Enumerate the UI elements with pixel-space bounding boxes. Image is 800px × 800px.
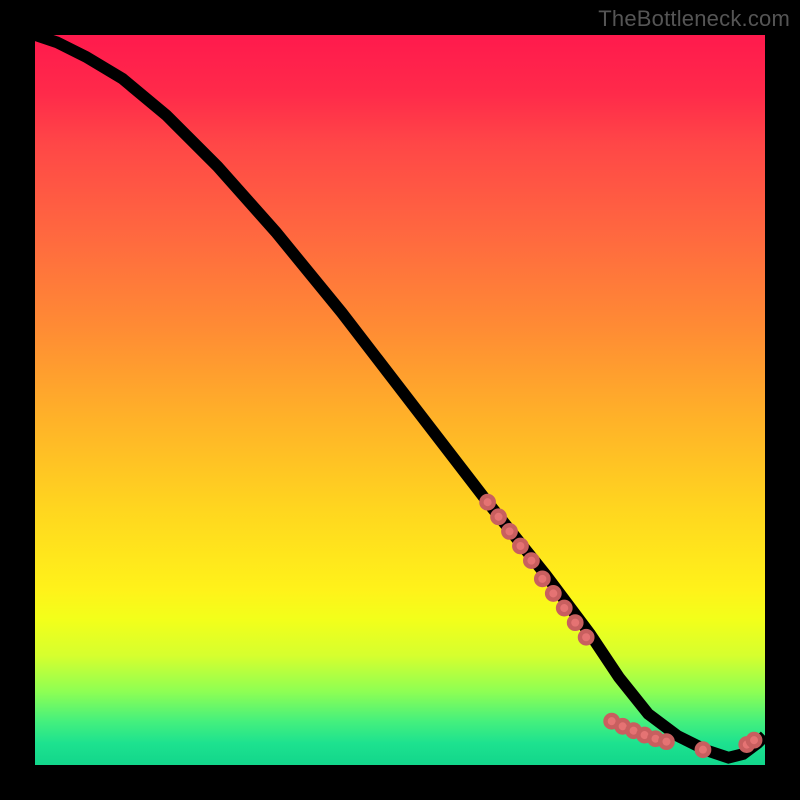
data-marker — [525, 554, 537, 566]
data-marker — [697, 743, 709, 755]
data-marker — [580, 631, 592, 643]
data-marker — [514, 540, 526, 552]
plot-area — [35, 35, 765, 765]
data-marker — [503, 525, 515, 537]
chart-frame: TheBottleneck.com — [0, 0, 800, 800]
data-marker — [660, 735, 672, 747]
marker-group — [481, 496, 760, 756]
data-marker — [569, 616, 581, 628]
data-marker — [536, 573, 548, 585]
chart-svg — [35, 35, 765, 765]
data-marker — [481, 496, 493, 508]
bottleneck-curve — [35, 35, 765, 758]
data-marker — [492, 511, 504, 523]
data-marker — [547, 587, 559, 599]
data-marker — [748, 734, 760, 746]
watermark-text: TheBottleneck.com — [598, 6, 790, 32]
data-marker — [558, 602, 570, 614]
